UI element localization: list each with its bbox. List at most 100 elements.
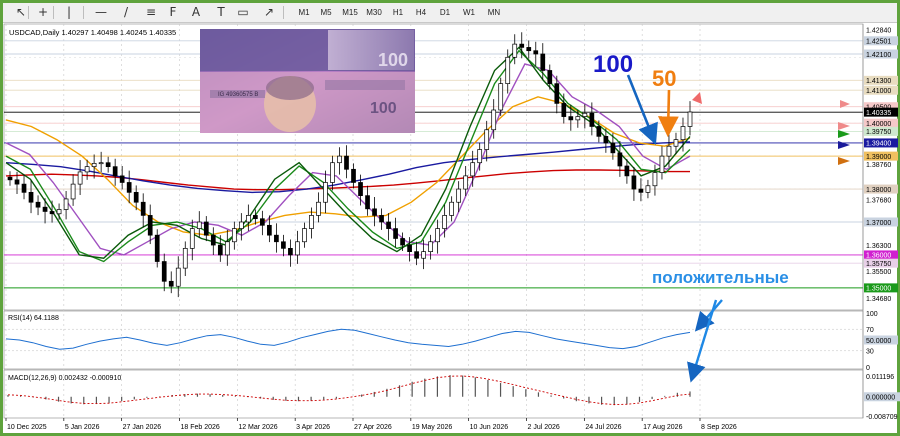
price-tick-label: 1.34680 bbox=[866, 296, 891, 303]
rsi-panel bbox=[3, 310, 864, 370]
candle-body bbox=[175, 267, 181, 287]
price-tick-label: 1.38000 bbox=[866, 187, 891, 194]
price-tick-label: 1.39000 bbox=[866, 154, 891, 161]
candle-body bbox=[372, 208, 377, 216]
candle-body bbox=[582, 112, 588, 117]
time-tick-label: 10 Dec 2025 bbox=[7, 424, 47, 431]
candle-body bbox=[400, 238, 405, 246]
symbol-header: USDCAD,Daily 1.40297 1.40498 1.40245 1.4… bbox=[9, 28, 176, 37]
candle-body bbox=[603, 136, 609, 144]
candle-body bbox=[98, 162, 104, 165]
price-tick-label: 1.41000 bbox=[866, 88, 891, 95]
candle-body bbox=[295, 241, 300, 256]
candle-body bbox=[687, 111, 693, 127]
candle-body bbox=[274, 234, 279, 243]
candle-body bbox=[680, 126, 686, 140]
candle-body bbox=[442, 215, 447, 229]
time-tick-label: 3 Apr 2026 bbox=[296, 424, 330, 431]
rsi-tick-label: 50.0000 bbox=[866, 338, 891, 345]
candle-body bbox=[547, 70, 553, 84]
arrow-positive-macd bbox=[687, 299, 718, 383]
candle-body bbox=[540, 53, 546, 71]
arrow-marker-price bbox=[692, 92, 702, 104]
arrow-marker-blue bbox=[838, 141, 850, 149]
candle-body bbox=[435, 228, 440, 243]
candle-body bbox=[42, 206, 48, 212]
svg-text:IG 49360575 B: IG 49360575 B bbox=[218, 92, 258, 98]
price-tick-label: 1.37000 bbox=[866, 220, 891, 227]
candle-body bbox=[316, 201, 321, 216]
candle-body bbox=[267, 224, 272, 236]
price-tick-label: 1.42100 bbox=[866, 52, 891, 59]
candle-body bbox=[238, 221, 244, 229]
candle-body bbox=[624, 165, 630, 177]
candle-body bbox=[477, 149, 483, 164]
candle-body bbox=[533, 50, 539, 55]
candle-body bbox=[491, 109, 497, 131]
candle-body bbox=[309, 215, 314, 229]
candle-body bbox=[484, 129, 490, 150]
macd-tick-label: -0.008709 bbox=[866, 414, 898, 421]
candle-body bbox=[358, 182, 363, 196]
candle-body bbox=[210, 234, 216, 246]
candle-body bbox=[168, 280, 174, 287]
candle-body bbox=[351, 168, 356, 183]
candle-body bbox=[231, 228, 237, 243]
time-axis: 10 Dec 2025 5 Jan 2026 27 Jan 2026 18 Feb 2… bbox=[5, 418, 737, 431]
candle-body bbox=[526, 47, 532, 52]
price-tick-label: 1.35000 bbox=[866, 286, 891, 293]
rsi-tick-label: 70 bbox=[866, 327, 874, 334]
svg-text:100: 100 bbox=[370, 100, 397, 117]
time-tick-label: 18 Feb 2026 bbox=[181, 424, 220, 431]
time-tick-label: 2 Jul 2026 bbox=[528, 424, 560, 431]
candle-body bbox=[224, 241, 230, 256]
candle-body bbox=[77, 171, 83, 185]
time-tick-label: 5 Jan 2026 bbox=[65, 424, 100, 431]
candle-body bbox=[463, 175, 469, 190]
candle-body bbox=[505, 56, 511, 84]
macd-indicator: 0.011196 0.000000 -0.008709 bbox=[7, 374, 900, 421]
candle-body bbox=[126, 182, 132, 193]
candle-body bbox=[386, 221, 391, 229]
candle-body bbox=[203, 221, 209, 236]
candle-body bbox=[133, 192, 139, 203]
candle-body bbox=[246, 215, 251, 223]
candle-body bbox=[554, 83, 560, 104]
candle-body bbox=[393, 228, 398, 239]
candle-body bbox=[512, 43, 518, 58]
arrow-50 bbox=[657, 89, 679, 138]
candle-body bbox=[189, 228, 195, 249]
candle-body bbox=[288, 248, 293, 256]
rsi-line bbox=[5, 328, 691, 350]
time-tick-label: 19 May 2026 bbox=[412, 424, 453, 431]
candle-body bbox=[253, 215, 258, 220]
svg-text:100: 100 bbox=[378, 50, 408, 70]
price-axis: 1.428401.425011.421001.413001.410001.405… bbox=[862, 24, 898, 418]
candle-body bbox=[589, 112, 595, 127]
rsi-indicator: 100 70 50.0000 30 0 bbox=[4, 311, 898, 372]
price-tick-label: 1.36300 bbox=[866, 243, 891, 250]
candle-body bbox=[638, 188, 644, 193]
candle-body bbox=[196, 221, 202, 229]
candle-body bbox=[456, 188, 462, 203]
candle-body bbox=[161, 261, 167, 282]
price-tick-label: 1.39750 bbox=[866, 129, 891, 136]
candle-body bbox=[449, 201, 454, 216]
price-tick-label: 1.35750 bbox=[866, 261, 891, 268]
chart-canvas[interactable]: 100 IG 49360575 B 100 100 70 50.0000 30 0 0.… bbox=[0, 0, 900, 436]
candle-body bbox=[323, 182, 328, 203]
candle-body bbox=[673, 139, 679, 147]
candle-body bbox=[7, 176, 13, 181]
candle-body bbox=[596, 126, 602, 137]
candle-body bbox=[519, 43, 525, 48]
candle-body bbox=[568, 116, 574, 121]
macd-tick-label: 0.000000 bbox=[866, 395, 895, 402]
price-tick-label: 1.41300 bbox=[866, 78, 891, 85]
price-tick-label: 1.39400 bbox=[866, 141, 891, 148]
candle-body bbox=[428, 241, 433, 252]
candle-body bbox=[610, 142, 616, 154]
candle-body bbox=[617, 152, 623, 167]
price-tick-label: 1.35500 bbox=[866, 269, 891, 276]
candle-body bbox=[70, 183, 76, 200]
price-tick-label: 1.38760 bbox=[866, 162, 891, 169]
